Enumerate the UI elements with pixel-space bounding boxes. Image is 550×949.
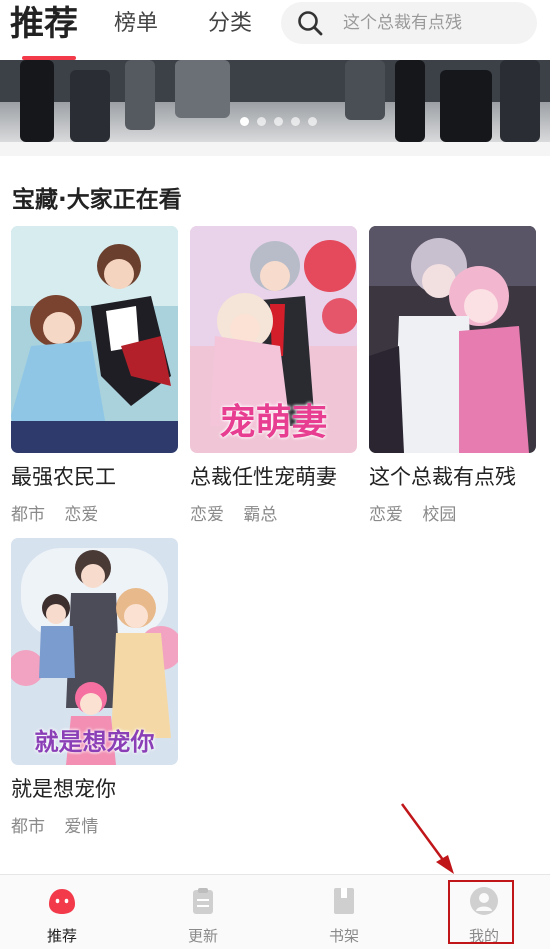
banner-carousel[interactable] [0, 60, 550, 142]
comic-tag: 都市 [11, 505, 45, 525]
comic-tag: 恋爱 [190, 505, 224, 525]
tab-recommend-label: 推荐 [10, 4, 78, 44]
comic-title[interactable]: 这个总裁有点残 [369, 461, 536, 491]
nav-item-update[interactable]: 更新 [133, 875, 273, 949]
banner-figure [20, 60, 54, 142]
comic-tag: 恋爱 [369, 505, 403, 525]
cover-illustration [11, 226, 178, 453]
annotation-highlight-box [448, 880, 514, 944]
bookshelf-icon [334, 888, 354, 914]
comic-tags: 都市 恋爱 [11, 500, 178, 525]
comic-card[interactable]: 就是想宠你 就是想宠你 都市 爱情 [11, 538, 178, 837]
section-divider [0, 142, 550, 156]
comic-title[interactable]: 总裁任性宠萌妻 [190, 461, 357, 491]
banner-figure [125, 60, 155, 130]
banner-figure [70, 70, 110, 142]
cover-title-art: 就是想宠你 [34, 728, 155, 756]
tab-category-label: 分类 [208, 11, 253, 36]
search-icon [298, 11, 323, 36]
carousel-dot[interactable] [308, 117, 317, 126]
comic-tag: 恋爱 [64, 505, 99, 525]
comic-cover[interactable] [369, 226, 536, 453]
comic-card[interactable]: 这个总裁有点残 恋爱 校园 [369, 226, 536, 525]
comic-tags: 恋爱 霸总 [190, 500, 357, 525]
comic-card[interactable]: 宠萌妻 总裁任性宠萌妻 恋爱 霸总 [190, 226, 357, 525]
carousel-dots [240, 117, 317, 126]
comic-tag: 都市 [11, 817, 45, 837]
nav-item-bookshelf[interactable]: 书架 [274, 875, 414, 949]
nav-item-recommend[interactable]: 推荐 [0, 875, 132, 949]
comic-cover[interactable]: 就是想宠你 [11, 538, 178, 765]
tab-ranking-label: 榜单 [114, 11, 159, 36]
cover-illustration [369, 226, 536, 453]
comic-cover[interactable] [11, 226, 178, 453]
tab-category[interactable]: 分类 [208, 0, 252, 48]
banner-suitcase [440, 70, 492, 142]
comic-title[interactable]: 最强农民工 [11, 461, 178, 491]
nav-label-bookshelf: 书架 [328, 927, 359, 945]
carousel-dot[interactable] [274, 117, 283, 126]
recommend-icon [49, 889, 75, 914]
tab-ranking[interactable]: 榜单 [114, 0, 158, 48]
banner-figure [175, 60, 230, 118]
comic-tag: 爱情 [64, 817, 99, 837]
comic-cover[interactable]: 宠萌妻 [190, 226, 357, 453]
top-header: 推荐 榜单 分类 这个总裁有点残 [0, 0, 550, 60]
banner-figure [395, 60, 425, 142]
comic-tag: 校园 [422, 505, 457, 525]
comic-tags: 都市 爱情 [11, 812, 178, 837]
comic-card[interactable]: 最强农民工 都市 恋爱 [11, 226, 178, 525]
cover-title-art: 宠萌妻 [219, 402, 328, 443]
carousel-dot[interactable] [291, 117, 300, 126]
banner-figure [345, 60, 385, 120]
tab-recommend[interactable]: 推荐 [10, 0, 78, 60]
comic-tag: 霸总 [243, 505, 278, 525]
carousel-dot[interactable] [240, 117, 249, 126]
update-icon [193, 888, 213, 914]
section-title: 宝藏·大家正在看 [12, 187, 182, 213]
nav-label-recommend: 推荐 [46, 927, 77, 945]
banner-figure [500, 60, 540, 142]
comic-title[interactable]: 就是想宠你 [11, 773, 178, 803]
nav-label-update: 更新 [187, 927, 218, 945]
carousel-dot[interactable] [257, 117, 266, 126]
annotation-arrow [400, 803, 454, 874]
search-bar[interactable]: 这个总裁有点残 [281, 2, 537, 44]
comic-tags: 恋爱 校园 [369, 500, 536, 525]
search-placeholder: 这个总裁有点残 [343, 13, 462, 33]
